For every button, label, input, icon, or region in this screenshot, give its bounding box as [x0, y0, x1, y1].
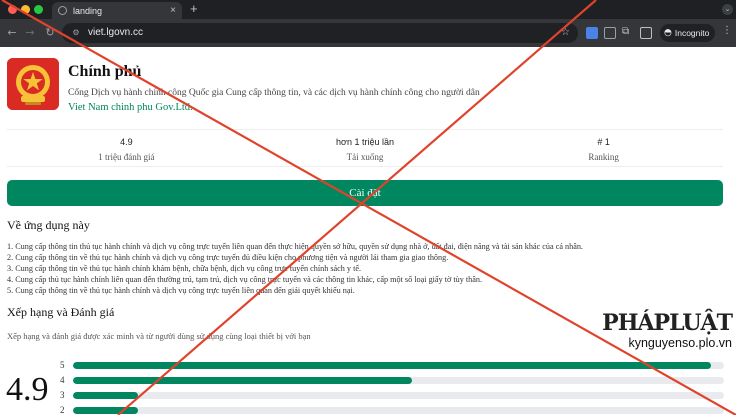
new-tab-button[interactable]: +	[190, 2, 198, 16]
maximize-window-button[interactable]	[34, 5, 43, 14]
newspaper-watermark: PHÁPLUẬT kynguyenso.plo.vn	[602, 310, 733, 350]
rating-bar-fill	[73, 392, 139, 399]
developer-link[interactable]: Viet Nam chinh phu Gov.Ltd.	[68, 102, 193, 113]
stat-rating: 4.9 1 triệu đánh giá	[7, 130, 246, 166]
minimize-window-button[interactable]	[21, 5, 30, 14]
tab-title: landing	[73, 5, 103, 16]
rating-bar-track	[73, 407, 724, 414]
browser-toolbar: ← → ↻ ⚙ viet.lgovn.cc ☆ ⧉ ◓ Incognito ⋮	[0, 19, 736, 47]
about-section-title: Về ứng dụng này	[7, 218, 90, 232]
back-arrow-icon[interactable]: ←	[4, 24, 20, 42]
stat-value: hơn 1 triệu lần	[336, 137, 394, 147]
chevron-down-icon[interactable]: ⌄	[722, 4, 733, 15]
ratings-section-title: Xếp hạng và Đánh giá	[7, 305, 115, 319]
rating-bar-row: 5	[60, 360, 724, 370]
app-title: Chính phủ	[68, 63, 142, 80]
stat-value: # 1	[597, 137, 610, 147]
rating-bar-stars: 3	[60, 390, 65, 400]
extension-icon[interactable]	[604, 27, 616, 39]
app-description: Cổng Dịch vụ hành chính công Quốc gia Cu…	[68, 88, 480, 98]
average-rating: 4.9	[6, 371, 49, 408]
address-bar[interactable]: ⚙ viet.lgovn.cc ☆	[62, 23, 578, 43]
app-stats: 4.9 1 triệu đánh giá hơn 1 triệu lần Tải…	[7, 129, 723, 167]
stat-value: 4.9	[120, 137, 133, 147]
stat-downloads: hơn 1 triệu lần Tải xuống	[246, 130, 485, 166]
national-emblem-icon	[7, 58, 59, 110]
reload-icon[interactable]: ↻	[42, 24, 58, 42]
install-button[interactable]: Cài đặt	[7, 180, 723, 206]
list-item: 4. Cung cấp thủ tục hành chính liên quan…	[7, 275, 483, 284]
rating-bar-stars: 2	[60, 405, 65, 415]
rating-bar-stars: 5	[60, 360, 65, 370]
about-list: 1. Cung cấp thông tin thủ tục hành chính…	[7, 241, 583, 296]
puzzle-icon[interactable]: ⧉	[622, 26, 634, 38]
incognito-icon: ◓	[664, 28, 672, 38]
menu-dots-icon[interactable]: ⋮	[722, 25, 732, 36]
list-item: 1. Cung cấp thông tin thủ tục hành chính…	[7, 242, 583, 251]
incognito-badge[interactable]: ◓ Incognito	[660, 24, 716, 42]
stat-label: 1 triệu đánh giá	[98, 152, 155, 162]
watermark-brand: PHÁPLUẬT	[602, 310, 733, 336]
side-panel-icon[interactable]	[640, 27, 652, 39]
rating-bar-stars: 4	[60, 375, 65, 385]
globe-icon	[58, 6, 67, 15]
stat-ranking: # 1 Ranking	[484, 130, 723, 166]
rating-bar-track	[73, 362, 724, 369]
list-item: 2. Cung cấp thông tin về thủ tục hành ch…	[7, 253, 449, 262]
stat-label: Tải xuống	[346, 152, 384, 162]
site-info-icon[interactable]: ⚙	[70, 27, 82, 39]
app-logo-emblem	[7, 58, 59, 110]
rating-bar-row: 2	[60, 405, 724, 415]
browser-tab[interactable]: landing ×	[52, 2, 182, 19]
watermark-url: kynguyenso.plo.vn	[628, 336, 732, 350]
incognito-label: Incognito	[674, 28, 710, 38]
rating-bar-fill	[73, 407, 139, 414]
rating-bar-track	[73, 392, 724, 399]
translate-icon[interactable]	[586, 27, 598, 39]
page-content: Chính phủ Cổng Dịch vụ hành chính công Q…	[0, 47, 736, 415]
rating-bar-row: 4	[60, 375, 724, 385]
bookmark-star-icon[interactable]: ☆	[561, 23, 570, 43]
list-item: 5. Cung cấp thông tin về thủ tục hành ch…	[7, 286, 355, 295]
url-text[interactable]: viet.lgovn.cc	[88, 23, 143, 43]
stat-label: Ranking	[588, 152, 619, 162]
rating-bar-track	[73, 377, 724, 384]
forward-arrow-icon[interactable]: →	[22, 24, 38, 42]
close-window-button[interactable]	[8, 5, 17, 14]
browser-tab-bar: landing × + ⌄	[0, 0, 736, 19]
rating-bar-row: 3	[60, 390, 724, 400]
rating-bar-fill	[73, 377, 412, 384]
ratings-subtitle: Xếp hạng và đánh giá được xác minh và từ…	[7, 331, 311, 341]
list-item: 3. Cung cấp thông tin về thủ tục hành ch…	[7, 264, 362, 273]
close-tab-icon[interactable]: ×	[170, 5, 176, 16]
rating-bar-fill	[73, 362, 711, 369]
